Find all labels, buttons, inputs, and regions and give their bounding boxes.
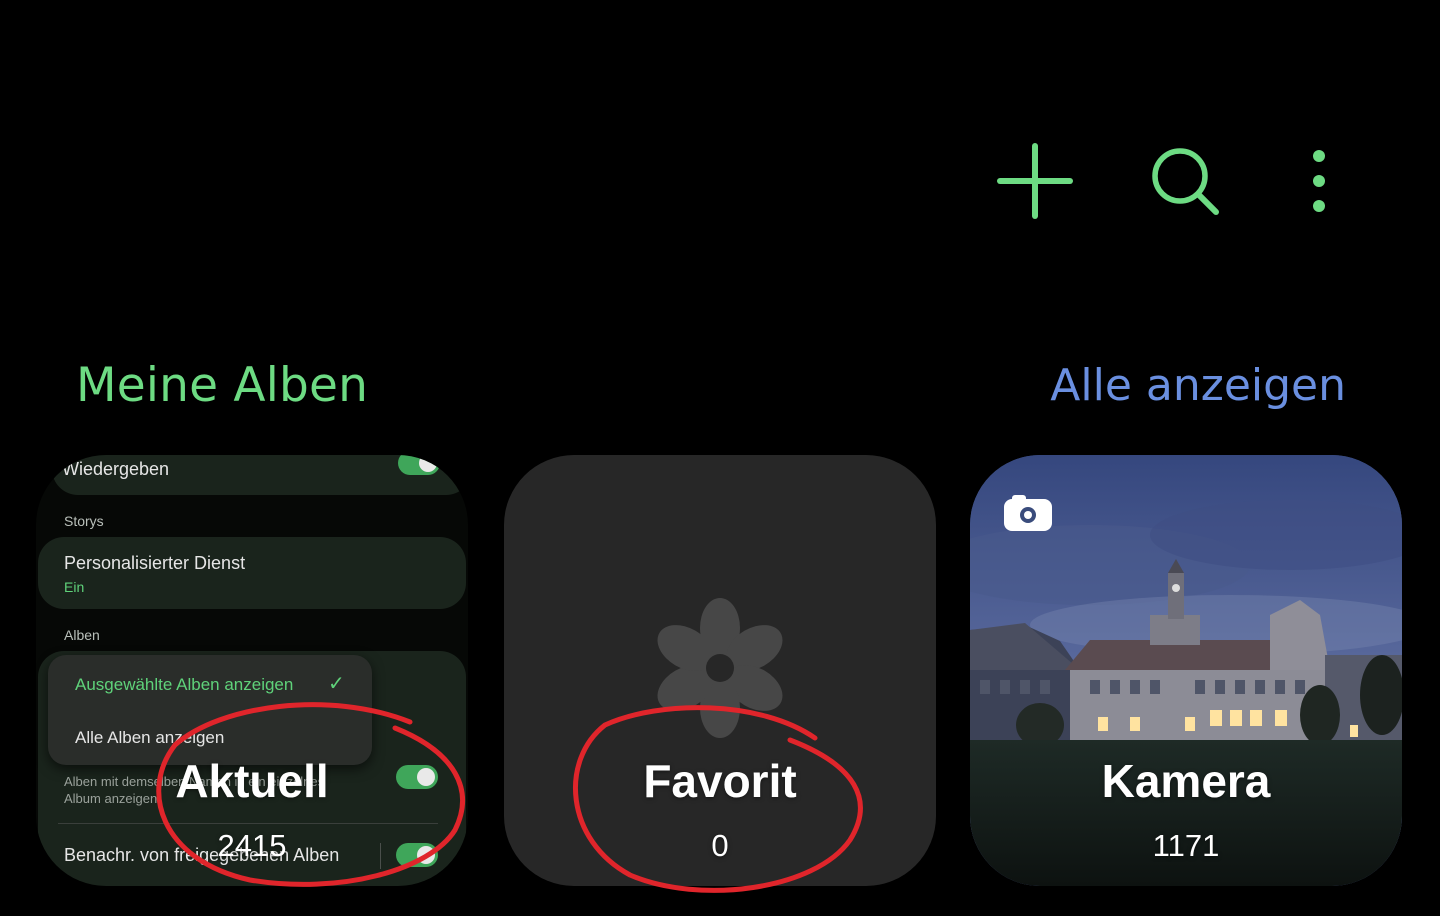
more-options-icon[interactable]	[1298, 146, 1340, 216]
thumb-row0: Wiedergeben	[62, 459, 170, 479]
album-name: Kamera	[1101, 755, 1271, 807]
thumb-row1-title: Personalisierter Dienst	[64, 553, 246, 573]
show-all-link[interactable]: Alle anzeigen	[1050, 358, 1346, 414]
album-count: 0	[711, 828, 729, 863]
thumb-menu-option2: Alle Alben anzeigen	[75, 728, 225, 747]
flower-icon	[657, 598, 783, 738]
section-title: Meine Alben	[76, 358, 369, 413]
album-count: 1171	[1152, 828, 1220, 863]
add-icon[interactable]	[995, 142, 1075, 220]
album-card-aktuell[interactable]: Wiedergeben Storys Personalisierter Dien…	[36, 455, 468, 886]
album-count: 2415	[217, 828, 287, 863]
camera-icon	[1004, 495, 1052, 531]
thumb-check-icon: ✓	[328, 673, 345, 695]
search-icon[interactable]	[1148, 144, 1222, 218]
thumb-row1-sub: Ein	[64, 579, 85, 595]
thumb-menu-option1: Ausgewählte Alben anzeigen	[75, 675, 294, 694]
thumb-heading1: Storys	[64, 513, 104, 529]
album-name: Favorit	[643, 755, 797, 807]
album-name: Aktuell	[175, 755, 329, 807]
album-card-kamera[interactable]: Kamera 1171	[970, 455, 1402, 886]
thumb-heading2: Alben	[64, 627, 100, 643]
album-card-favorit[interactable]: Favorit 0	[504, 455, 936, 886]
settings-screenshot-thumbnail: Wiedergeben Storys Personalisierter Dien…	[36, 455, 468, 886]
